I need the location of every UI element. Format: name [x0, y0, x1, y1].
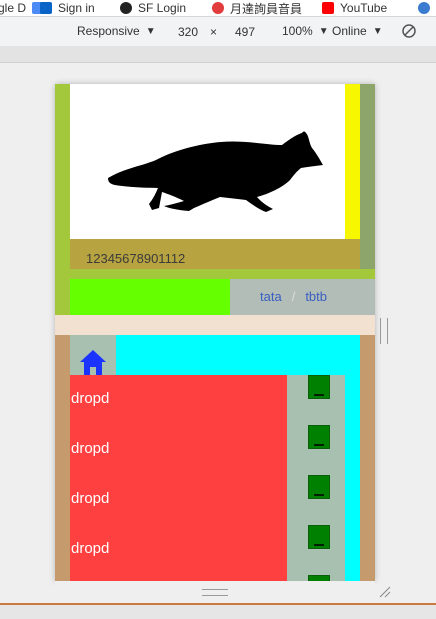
hero-right-strip	[360, 84, 375, 269]
dropdown-item[interactable]: dropd	[71, 490, 109, 507]
lower-left-strip	[55, 335, 70, 581]
network-label: Online	[332, 24, 367, 38]
bookmark-label: SF Login	[138, 1, 187, 15]
bookmark-label: Sign in	[58, 1, 95, 15]
dropdown-item[interactable]: dropd	[71, 390, 109, 407]
youtube-icon	[322, 2, 334, 14]
dropdown-item[interactable]: dropd	[71, 540, 109, 557]
bookmark-item[interactable]: gle D	[0, 0, 45, 16]
height-input[interactable]: 497	[222, 22, 268, 43]
hero-left-strip	[55, 84, 70, 277]
rotate-icon	[402, 24, 416, 38]
green-square[interactable]	[308, 475, 330, 499]
height-value: 497	[234, 25, 256, 39]
bookmark-label: gle D	[0, 1, 27, 15]
breadcrumb: tata / tbtb	[260, 289, 327, 304]
cat-silhouette-icon	[108, 131, 323, 212]
breadcrumb-separator: /	[291, 289, 296, 304]
device-label: Responsive	[77, 24, 140, 38]
hero-image	[70, 84, 345, 239]
zoom-label: 100%	[282, 24, 313, 38]
bookmark-label: YouTube	[340, 1, 388, 15]
green-square[interactable]	[308, 375, 330, 399]
bookmark-item[interactable]: Sign in	[40, 0, 95, 16]
width-resize-handle[interactable]	[380, 318, 388, 344]
beige-separator	[55, 315, 375, 335]
zoom-select[interactable]: 100% ▼	[282, 24, 329, 38]
device-select[interactable]: Responsive ▼	[77, 24, 156, 38]
width-input[interactable]: 320	[165, 22, 211, 43]
green-square[interactable]	[308, 425, 330, 449]
bookmark-label: 月達詢員音員	[230, 1, 303, 16]
lime-block	[70, 279, 230, 315]
rotate-button[interactable]	[401, 23, 417, 39]
corner-resize-handle[interactable]	[378, 585, 392, 599]
dimension-separator: ×	[210, 25, 218, 39]
bottom-panel	[0, 605, 436, 619]
caret-down-icon: ▼	[145, 25, 156, 37]
height-resize-handle[interactable]	[202, 589, 228, 596]
green-square[interactable]	[308, 525, 330, 549]
bookmarks-bar: gle D Sign in SF Login 月達詢員音員 YouTube	[0, 0, 436, 16]
dropdown-item[interactable]: dropd	[71, 440, 109, 457]
hero-number: 12345678901112	[86, 251, 186, 266]
caret-down-icon: ▼	[318, 25, 329, 37]
hero-yellow-strip	[345, 84, 360, 239]
bookmark-item[interactable]	[418, 0, 430, 16]
outlook-icon	[40, 2, 52, 14]
row2-left-strip	[55, 279, 70, 315]
bookmark-item[interactable]: 月達詢員音員	[212, 0, 302, 16]
home-icon	[80, 350, 106, 375]
caret-down-icon: ▼	[372, 25, 383, 37]
bookmark-item[interactable]: YouTube	[322, 0, 387, 16]
bookmark-item[interactable]: SF Login	[120, 0, 186, 16]
resize-corner-icon	[379, 586, 391, 598]
width-value: 320	[177, 25, 199, 39]
device-toolbar: Responsive ▼ 320 × 497 100% ▼ Online ▼	[0, 16, 436, 47]
breadcrumb-link-tata[interactable]: tata	[260, 289, 282, 304]
extension-icon	[418, 2, 430, 14]
network-select[interactable]: Online ▼	[332, 24, 383, 38]
lower-right-strip	[360, 335, 375, 581]
home-button[interactable]	[70, 335, 116, 375]
device-viewport: 12345678901112 tata / tbtb dropd dropd d…	[55, 84, 375, 581]
sf-logo-icon	[120, 2, 132, 14]
breadcrumb-link-tbtb[interactable]: tbtb	[305, 289, 327, 304]
red-bird-icon	[212, 2, 224, 14]
hero-bottom-strip	[55, 269, 375, 279]
media-query-ruler	[0, 46, 436, 63]
